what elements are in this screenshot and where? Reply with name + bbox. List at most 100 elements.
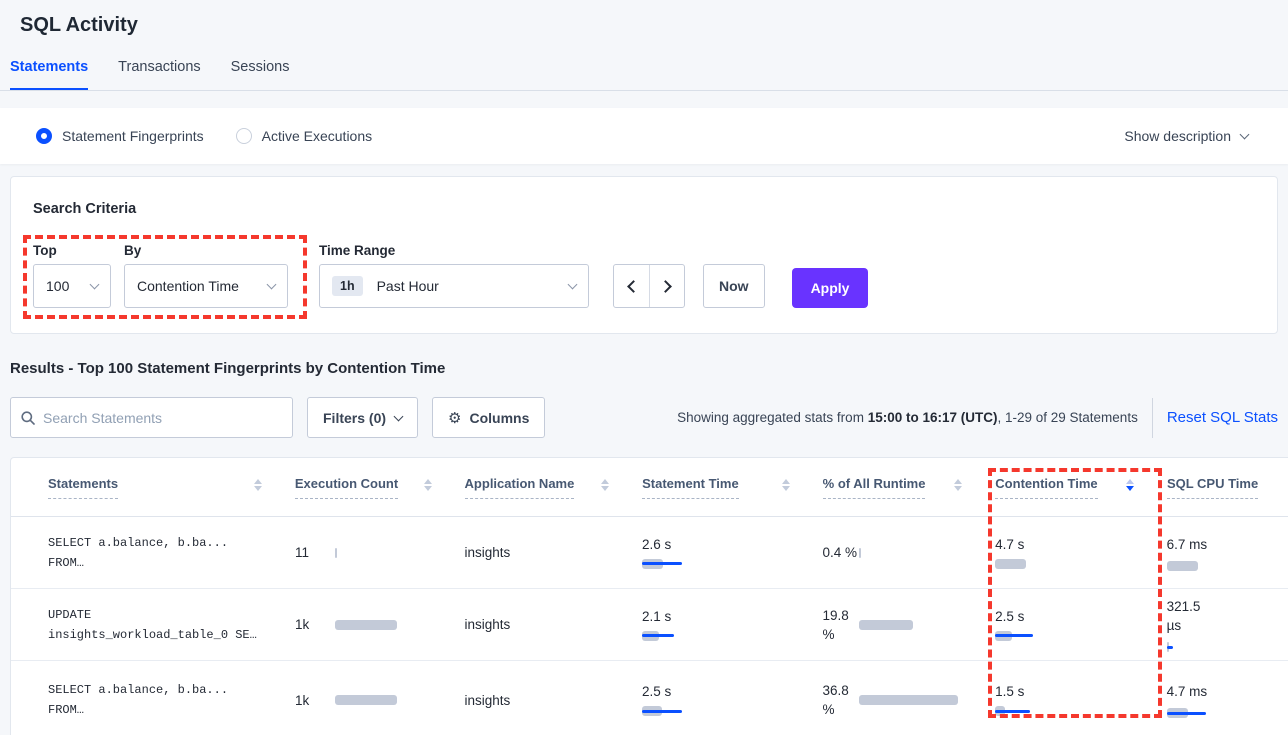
pct-runtime-bar (859, 620, 913, 630)
sort-icon[interactable] (424, 479, 432, 492)
now-button[interactable]: Now (703, 264, 765, 308)
show-description-label: Show description (1124, 128, 1231, 144)
tab-sessions[interactable]: Sessions (231, 59, 290, 90)
sort-icon[interactable] (254, 479, 262, 492)
execution-count-bar (335, 695, 397, 705)
table-row[interactable]: SELECT a.balance, b.ba... FROM… 11 insig… (11, 517, 1288, 589)
statement-time-cell: 2.1 s (642, 609, 823, 641)
search-icon (21, 411, 35, 425)
radio-button-icon[interactable] (36, 128, 52, 144)
table-body: SELECT a.balance, b.ba... FROM… 11 insig… (11, 517, 1288, 735)
view-toggle-bar: Statement Fingerprints Active Executions… (0, 108, 1288, 164)
pct-runtime-cell: 0.4 % (823, 543, 996, 562)
execution-count-bar (335, 548, 337, 558)
sql-cpu-time-cell: 4.7 ms (1167, 682, 1288, 718)
statement-time-bar (642, 706, 823, 716)
next-time-window-button[interactable] (649, 265, 684, 307)
page-title: SQL Activity (0, 0, 1288, 37)
radio-statement-fingerprints[interactable]: Statement Fingerprints (36, 128, 204, 144)
chevron-down-icon (90, 280, 100, 290)
search-criteria-heading: Search Criteria (33, 201, 1255, 217)
sql-cpu-time-cell: 6.7 ms (1167, 535, 1288, 571)
apply-button[interactable]: Apply (792, 268, 869, 308)
radio-button-icon[interactable] (236, 128, 252, 144)
application-name-cell: insights (465, 545, 643, 560)
search-statements-box (10, 397, 293, 438)
contention-time-bar (995, 631, 1167, 641)
statement-time-bar (642, 559, 823, 569)
sort-icon[interactable] (1126, 479, 1134, 492)
by-select[interactable]: Contention Time (124, 264, 288, 308)
columns-label: Columns (469, 410, 529, 426)
top-select-value: 100 (46, 278, 69, 294)
column-header-statements[interactable]: Statements (48, 476, 295, 499)
execution-count-bar (335, 620, 397, 630)
search-statements-input[interactable] (43, 410, 282, 426)
column-header-statement-time[interactable]: Statement Time (642, 476, 823, 499)
results-toolbar: Filters (0) ⚙ Columns Showing aggregated… (10, 397, 1278, 438)
time-range-select[interactable]: 1h Past Hour (319, 264, 589, 308)
application-name-cell: insights (465, 617, 643, 632)
by-select-value: Contention Time (137, 278, 239, 294)
reset-sql-stats-link[interactable]: Reset SQL Stats (1167, 409, 1278, 426)
sort-icon[interactable] (954, 479, 962, 492)
statement-fingerprint-link[interactable]: SELECT a.balance, b.ba... FROM… (48, 533, 295, 573)
statement-time-bar (642, 631, 823, 641)
radio-label: Statement Fingerprints (62, 128, 204, 144)
chevron-down-icon (568, 280, 578, 290)
filters-label: Filters (0) (323, 410, 386, 426)
sort-icon[interactable] (601, 479, 609, 492)
application-name-cell: insights (465, 693, 643, 708)
gear-icon: ⚙ (448, 409, 461, 427)
statement-fingerprint-link[interactable]: SELECT a.balance, b.ba... FROM… (48, 680, 295, 720)
tab-bar: Statements Transactions Sessions (0, 59, 1288, 91)
by-label: By (124, 243, 288, 258)
previous-time-window-button[interactable] (614, 265, 649, 307)
columns-button[interactable]: ⚙ Columns (432, 397, 545, 438)
search-criteria-panel: Search Criteria Top 100 By Contention Ti… (10, 176, 1278, 334)
time-window-arrows (613, 264, 685, 308)
table-row[interactable]: UPDATE insights_workload_table_0 SE… 1k … (11, 589, 1288, 661)
table-row[interactable]: SELECT a.balance, b.ba... FROM… 1k insig… (11, 661, 1288, 735)
pct-runtime-cell: 19.8 % (823, 606, 996, 644)
tab-statements[interactable]: Statements (10, 59, 88, 90)
execution-count-cell: 1k (295, 617, 465, 632)
statement-time-cell: 2.5 s (642, 684, 823, 716)
chevron-down-icon (394, 411, 404, 421)
vertical-divider (1152, 398, 1153, 438)
statements-table: Statements Execution Count Application N… (10, 457, 1288, 735)
chevron-down-icon (1240, 130, 1250, 140)
column-header-sql-cpu-time[interactable]: SQL CPU Time (1167, 476, 1288, 499)
column-header-pct-runtime[interactable]: % of All Runtime (823, 476, 996, 499)
results-heading: Results - Top 100 Statement Fingerprints… (10, 360, 1288, 377)
contention-time-bar (995, 706, 1167, 716)
time-range-badge: 1h (332, 276, 363, 296)
pct-runtime-cell: 36.8 % (823, 681, 996, 719)
sql-cpu-time-cell: 321.5 µs (1167, 597, 1288, 652)
column-header-contention-time[interactable]: Contention Time (995, 476, 1167, 499)
statement-fingerprint-link[interactable]: UPDATE insights_workload_table_0 SE… (48, 605, 295, 645)
top-label: Top (33, 243, 111, 258)
showing-stats-text: Showing aggregated stats from 15:00 to 1… (677, 410, 1138, 425)
column-header-execution-count[interactable]: Execution Count (295, 476, 465, 499)
sort-icon[interactable] (782, 479, 790, 492)
show-description-toggle[interactable]: Show description (1124, 128, 1248, 144)
time-range-value: Past Hour (377, 278, 439, 294)
pct-runtime-bar (859, 695, 958, 705)
tab-transactions[interactable]: Transactions (118, 59, 200, 90)
filters-button[interactable]: Filters (0) (307, 397, 418, 438)
chevron-down-icon (267, 280, 277, 290)
radio-active-executions[interactable]: Active Executions (236, 128, 373, 144)
top-select[interactable]: 100 (33, 264, 111, 308)
execution-count-cell: 11 (295, 545, 465, 560)
sql-cpu-time-bar (1167, 561, 1288, 571)
chevron-right-icon (659, 280, 672, 293)
sql-cpu-time-bar (1167, 642, 1288, 652)
radio-label: Active Executions (262, 128, 373, 144)
chevron-left-icon (627, 280, 640, 293)
sql-cpu-time-bar (1167, 708, 1288, 718)
execution-count-cell: 1k (295, 693, 465, 708)
time-range-label: Time Range (319, 243, 589, 258)
contention-time-bar (995, 559, 1167, 569)
column-header-application-name[interactable]: Application Name (465, 476, 643, 499)
